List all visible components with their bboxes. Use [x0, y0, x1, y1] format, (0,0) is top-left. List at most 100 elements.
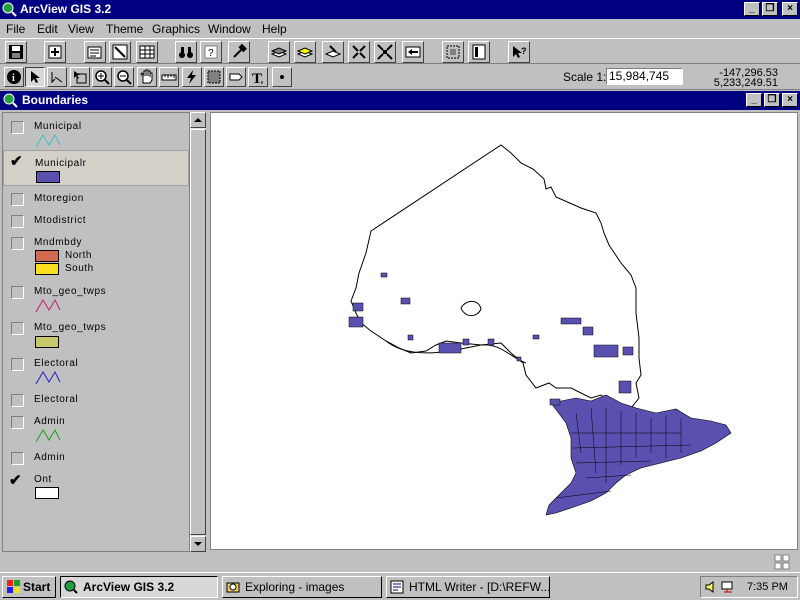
edit-legend-button[interactable]	[109, 41, 131, 63]
task-arcview[interactable]: ArcView GIS 3.2	[60, 576, 218, 598]
check-icon[interactable]: ✔	[10, 152, 23, 170]
table-icon	[139, 45, 155, 59]
theme-checkbox[interactable]	[11, 394, 24, 407]
scale-input[interactable]: 15,984,745	[606, 68, 683, 85]
theme-checkbox[interactable]	[11, 237, 24, 250]
check-icon[interactable]: ✔	[9, 471, 22, 489]
theme-checkbox[interactable]	[11, 193, 24, 206]
theme-municipalr-fill[interactable]: ✔ Municipalr	[3, 150, 189, 186]
line-symbol-icon	[35, 133, 61, 148]
text-tool[interactable]: T	[248, 67, 268, 87]
theme-mndmbdy[interactable]: Mndmbdy North South	[3, 233, 189, 279]
binoculars-icon	[179, 47, 193, 58]
theme-mtoregion[interactable]: Mtoregion	[3, 189, 189, 211]
open-table-button[interactable]	[136, 41, 158, 63]
select-graphics-button[interactable]	[442, 41, 464, 63]
identify-tool[interactable]: i	[4, 67, 24, 87]
clock: 7:35 PM	[747, 581, 788, 593]
text-t-icon: T	[252, 71, 263, 85]
view-minimize-button[interactable]: _	[746, 93, 762, 107]
zoom-previous-button[interactable]	[402, 41, 424, 63]
start-label: Start	[23, 580, 51, 594]
theme-admin[interactable]: Admin	[3, 448, 189, 470]
restore-button[interactable]: ❐	[762, 2, 778, 16]
theme-checkbox[interactable]	[11, 215, 24, 228]
scroll-thumb[interactable]	[190, 129, 206, 535]
start-button[interactable]: Start	[2, 576, 56, 598]
theme-checkbox[interactable]	[11, 416, 24, 429]
measure-tool[interactable]	[159, 67, 179, 87]
fill-swatch	[35, 336, 59, 348]
menu-help[interactable]: Help	[262, 22, 287, 36]
theme-checkbox[interactable]	[11, 121, 24, 134]
theme-mto-geo-twps-fill[interactable]: Mto_geo_twps	[3, 318, 189, 354]
view-restore-button[interactable]: ❐	[764, 93, 780, 107]
pointer-tool[interactable]	[25, 67, 45, 87]
explorer-icon	[226, 582, 240, 593]
zoom-in-tool[interactable]	[92, 67, 112, 87]
arrows-out-icon	[377, 44, 393, 60]
find-button[interactable]	[175, 41, 197, 63]
theme-electoral-line[interactable]: Electoral	[3, 354, 189, 390]
close-button[interactable]: ×	[782, 2, 798, 16]
scroll-down-button[interactable]	[190, 536, 206, 552]
theme-checkbox[interactable]	[11, 358, 24, 371]
magnifier-plus-icon	[95, 70, 110, 85]
fill-swatch	[35, 487, 59, 499]
grid-select-icon	[207, 70, 221, 84]
minimize-button[interactable]: _	[744, 2, 760, 16]
task-html-writer[interactable]: HTML Writer - [D:\REFW...	[386, 576, 550, 598]
view-titlebar: Boundaries _ ❐ ×	[0, 91, 800, 110]
toc-scrollbar[interactable]	[190, 112, 206, 552]
scroll-up-button[interactable]	[190, 112, 206, 128]
taskbar: Start ArcView GIS 3.2 Exploring - images…	[0, 572, 800, 600]
theme-electoral[interactable]: Electoral	[3, 390, 189, 412]
zoom-out-tool[interactable]	[114, 67, 134, 87]
locate-button[interactable]: ?	[200, 41, 222, 63]
point-icon	[280, 75, 284, 79]
menu-theme[interactable]: Theme	[106, 22, 143, 36]
menu-file[interactable]: File	[6, 22, 25, 36]
theme-name: Mto_geo_twps	[34, 322, 107, 333]
map-display[interactable]	[210, 112, 798, 550]
theme-name: Municipalr	[35, 158, 87, 169]
draw-point-tool[interactable]	[272, 67, 292, 87]
theme-name: Mtoregion	[34, 193, 84, 204]
table-of-contents: Municipal ✔ Municipalr Mtoregion Mtodist…	[2, 112, 190, 552]
pan-tool[interactable]	[137, 67, 157, 87]
view-close-button[interactable]: ×	[782, 93, 798, 107]
theme-mtodistrict[interactable]: Mtodistrict	[3, 211, 189, 233]
menu-view[interactable]: View	[68, 22, 94, 36]
scale-label: Scale 1:	[563, 70, 607, 84]
layout-button[interactable]	[468, 41, 490, 63]
network-icon[interactable]	[721, 580, 735, 594]
theme-checkbox[interactable]	[11, 286, 24, 299]
zoom-active-themes-button[interactable]	[294, 41, 316, 63]
theme-admin-line[interactable]: Admin	[3, 412, 189, 448]
hotlink-tool[interactable]	[182, 67, 202, 87]
theme-mto-geo-twps-line[interactable]: Mto_geo_twps	[3, 282, 189, 318]
theme-ont[interactable]: ✔ Ont	[3, 470, 189, 506]
zoom-out-button[interactable]	[374, 41, 396, 63]
help-button[interactable]: ?	[508, 41, 530, 63]
add-theme-button[interactable]	[44, 41, 66, 63]
menu-edit[interactable]: Edit	[37, 22, 58, 36]
query-builder-button[interactable]	[228, 41, 250, 63]
menu-window[interactable]: Window	[208, 22, 251, 36]
speaker-icon[interactable]	[705, 580, 719, 594]
theme-checkbox[interactable]	[11, 322, 24, 335]
task-exploring[interactable]: Exploring - images	[222, 576, 382, 598]
zoom-in-button[interactable]	[348, 41, 370, 63]
vertex-edit-tool[interactable]	[47, 67, 67, 87]
theme-municipal-line[interactable]: Municipal	[3, 113, 189, 149]
zoom-selected-button[interactable]	[322, 41, 344, 63]
theme-properties-button[interactable]	[84, 41, 106, 63]
label-tool[interactable]	[226, 67, 246, 87]
area-of-interest-tool[interactable]	[204, 67, 224, 87]
theme-checkbox[interactable]	[11, 452, 24, 465]
vertex-icon	[51, 72, 63, 84]
zoom-full-extent-button[interactable]	[268, 41, 290, 63]
select-feature-tool[interactable]	[70, 67, 90, 87]
menu-graphics[interactable]: Graphics	[152, 22, 200, 36]
save-button[interactable]	[5, 41, 27, 63]
